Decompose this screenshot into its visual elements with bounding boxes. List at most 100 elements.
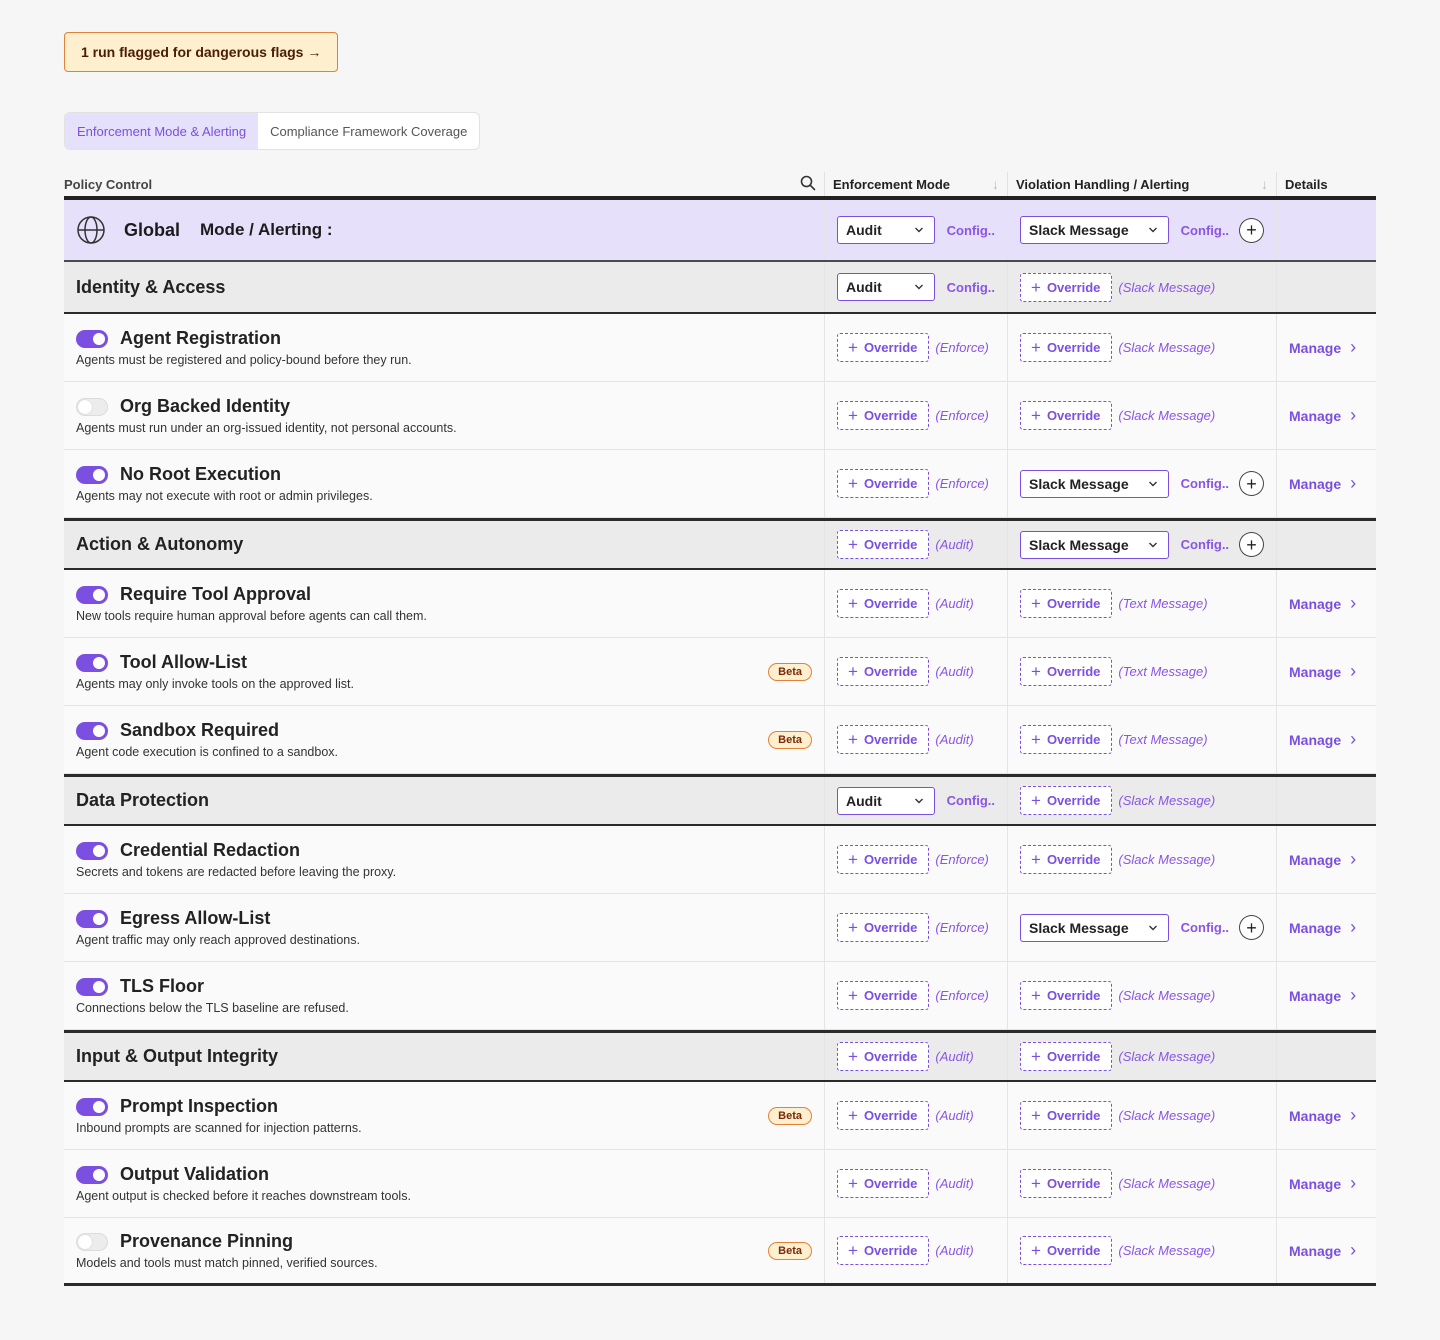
policy-enabled-toggle[interactable] <box>76 909 108 928</box>
select-value: Audit <box>846 222 882 238</box>
policy-enabled-toggle[interactable] <box>76 1165 108 1184</box>
inherited-mode-hint: (Audit) <box>935 664 974 679</box>
policy-row: Credential Redaction Secrets and tokens … <box>64 826 1376 894</box>
alert-override-button[interactable]: + Override <box>1020 589 1113 618</box>
manage-link[interactable]: Manage › <box>1289 661 1356 682</box>
policy-enabled-toggle[interactable] <box>76 841 108 860</box>
manage-link[interactable]: Manage › <box>1289 1173 1356 1194</box>
policy-enabled-toggle[interactable] <box>76 1097 108 1116</box>
mode-override-button[interactable]: + Override <box>837 657 930 686</box>
manage-link[interactable]: Manage › <box>1289 405 1356 426</box>
search-icon[interactable] <box>800 175 816 194</box>
alert-select[interactable]: Slack Message <box>1020 913 1169 942</box>
add-alert-plus-icon[interactable]: + <box>1239 471 1264 496</box>
dangerous-flags-banner[interactable]: 1 run flagged for dangerous flags → <box>64 32 339 72</box>
mode-select[interactable]: Audit <box>837 786 935 815</box>
manage-link[interactable]: Manage › <box>1289 593 1356 614</box>
mode-override-button[interactable]: + Override <box>837 981 930 1010</box>
inherited-mode-hint: (Audit) <box>935 1176 974 1191</box>
mode-config-link[interactable]: Config.. <box>947 280 995 295</box>
alert-override-button[interactable]: + Override <box>1020 786 1113 815</box>
mode-override-button[interactable]: + Override <box>837 1042 930 1071</box>
manage-label: Manage <box>1289 1107 1342 1124</box>
chevron-right-icon: › <box>1350 1173 1357 1193</box>
mode-override-button[interactable]: + Override <box>837 530 930 559</box>
policy-enabled-toggle[interactable] <box>76 977 108 996</box>
plus-icon: + <box>848 1047 858 1066</box>
section-details-cell <box>1276 262 1376 312</box>
alert-select[interactable]: Slack Message <box>1020 530 1169 559</box>
policy-enabled-toggle[interactable] <box>76 1232 108 1251</box>
alert-override-button[interactable]: + Override <box>1020 725 1113 754</box>
add-alert-plus-icon[interactable]: + <box>1239 915 1264 940</box>
mode-select[interactable]: Audit <box>837 273 935 301</box>
mode-override-button[interactable]: + Override <box>837 333 930 362</box>
policy-enabled-toggle[interactable] <box>76 721 108 740</box>
policy-enabled-toggle[interactable] <box>76 397 108 416</box>
alert-config-link[interactable]: Config.. <box>1181 476 1229 491</box>
alert-override-button[interactable]: + Override <box>1020 1101 1113 1130</box>
alert-override-button[interactable]: + Override <box>1020 657 1113 686</box>
alert-override-button[interactable]: + Override <box>1020 333 1113 362</box>
inherited-mode-hint: (Audit) <box>935 732 974 747</box>
chevron-right-icon: › <box>1350 473 1357 493</box>
header-violation-alerting[interactable]: Violation Handling / Alerting ↓ <box>1007 172 1276 196</box>
mode-override-button[interactable]: + Override <box>837 589 930 618</box>
sort-arrow-icon[interactable]: ↓ <box>1261 176 1268 192</box>
alert-select[interactable]: Slack Message <box>1020 469 1169 498</box>
tab-enforcement-mode[interactable]: Enforcement Mode & Alerting <box>65 113 259 149</box>
sections-container: Identity & Access Audit Config.. + Overrid… <box>64 262 1376 1286</box>
select-value: Slack Message <box>1029 222 1129 238</box>
alert-override-button[interactable]: + Override <box>1020 1169 1113 1198</box>
mode-override-button[interactable]: + Override <box>837 913 930 942</box>
policy-description: Agents may only invoke tools on the appr… <box>76 677 354 691</box>
manage-link[interactable]: Manage › <box>1289 337 1356 358</box>
section-details-cell <box>1276 777 1376 824</box>
section-row: Identity & Access Audit Config.. + Overrid… <box>64 262 1376 314</box>
add-alert-plus-icon[interactable]: + <box>1239 532 1264 557</box>
alert-override-button[interactable]: + Override <box>1020 1042 1113 1071</box>
mode-override-button[interactable]: + Override <box>837 1101 930 1130</box>
global-alert-config-link[interactable]: Config.. <box>1181 223 1229 238</box>
header-details-label: Details <box>1285 176 1328 192</box>
alert-override-button[interactable]: + Override <box>1020 981 1113 1010</box>
sort-arrow-icon[interactable]: ↓ <box>992 176 999 192</box>
alert-override-button[interactable]: + Override <box>1020 272 1113 302</box>
manage-link[interactable]: Manage › <box>1289 917 1356 938</box>
policy-row: Require Tool Approval New tools require … <box>64 570 1376 638</box>
manage-link[interactable]: Manage › <box>1289 849 1356 870</box>
policy-mode-cell: + Override (Audit) <box>824 706 1007 773</box>
plus-icon: + <box>1031 662 1041 681</box>
mode-override-button[interactable]: + Override <box>837 1169 930 1198</box>
add-alert-plus-icon[interactable]: + <box>1239 217 1264 243</box>
manage-link[interactable]: Manage › <box>1289 473 1356 494</box>
policy-enabled-toggle[interactable] <box>76 585 108 604</box>
policy-enabled-toggle[interactable] <box>76 329 108 348</box>
manage-link[interactable]: Manage › <box>1289 1105 1356 1126</box>
alert-config-link[interactable]: Config.. <box>1181 920 1229 935</box>
global-mode-config-link[interactable]: Config.. <box>947 223 995 238</box>
alert-override-button[interactable]: + Override <box>1020 845 1113 874</box>
tab-compliance-coverage[interactable]: Compliance Framework Coverage <box>258 113 479 149</box>
alert-config-link[interactable]: Config.. <box>1181 537 1229 552</box>
header-enforcement-mode[interactable]: Enforcement Mode ↓ <box>824 172 1007 196</box>
mode-override-button[interactable]: + Override <box>837 845 930 874</box>
mode-config-link[interactable]: Config.. <box>947 793 995 808</box>
mode-override-button[interactable]: + Override <box>837 401 930 430</box>
manage-link[interactable]: Manage › <box>1289 985 1356 1006</box>
alert-override-button[interactable]: + Override <box>1020 401 1113 430</box>
mode-override-button[interactable]: + Override <box>837 1236 930 1265</box>
manage-link[interactable]: Manage › <box>1289 729 1356 750</box>
policy-enabled-toggle[interactable] <box>76 653 108 672</box>
override-label: Override <box>1046 793 1101 808</box>
policy-row: Agent Registration Agents must be regist… <box>64 314 1376 382</box>
mode-override-button[interactable]: + Override <box>837 469 930 498</box>
policy-cell: Credential Redaction Secrets and tokens … <box>64 826 824 893</box>
manage-link[interactable]: Manage › <box>1289 1240 1356 1261</box>
alert-override-button[interactable]: + Override <box>1020 1236 1113 1265</box>
global-mode-select[interactable]: Audit <box>837 216 935 244</box>
override-label: Override <box>1046 279 1101 295</box>
global-alert-select[interactable]: Slack Message <box>1020 216 1169 244</box>
policy-enabled-toggle[interactable] <box>76 465 108 484</box>
mode-override-button[interactable]: + Override <box>837 725 930 754</box>
